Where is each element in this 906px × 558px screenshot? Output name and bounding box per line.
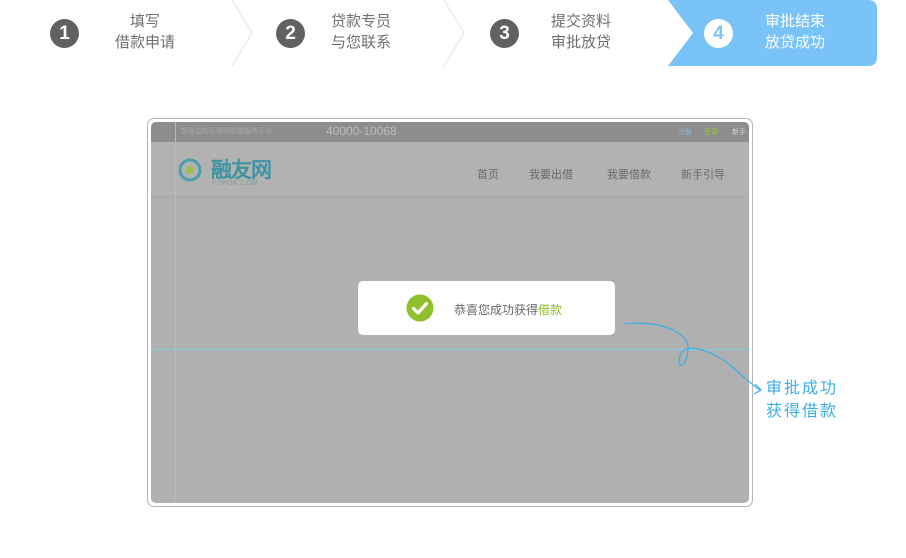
annotation-curve (624, 322, 762, 395)
annotation-line2: 获得借款 (766, 401, 839, 420)
annotation-text: 审批成功 获得借款 (766, 376, 866, 422)
annotation-line1: 审批成功 (766, 378, 839, 397)
